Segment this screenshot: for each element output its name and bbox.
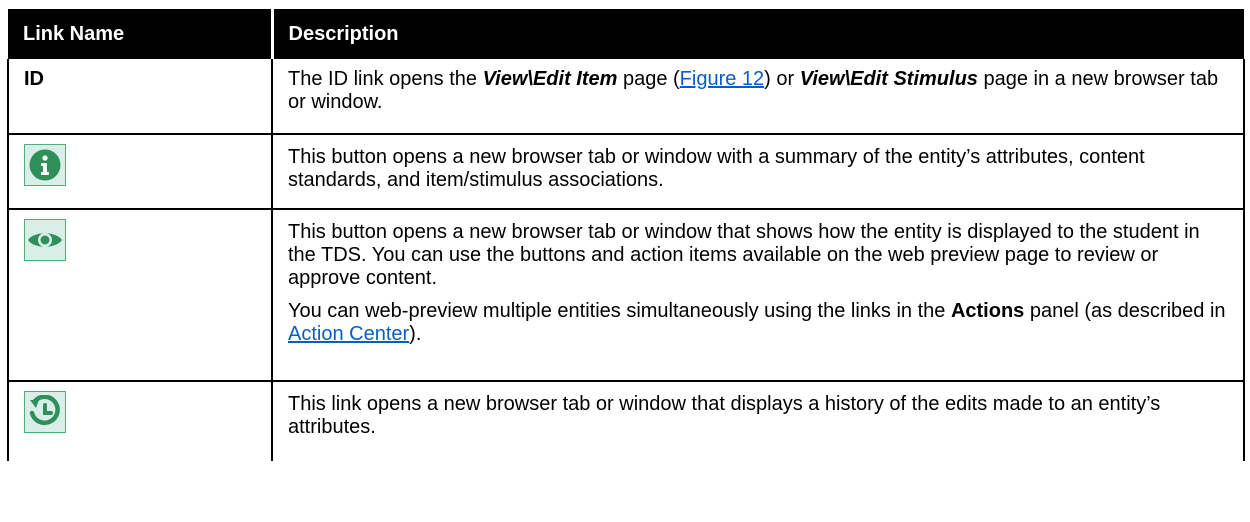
row-eye-desc-cell: This button opens a new browser tab or w… xyxy=(271,209,1245,382)
row-id-name: ID xyxy=(24,68,44,90)
row-eye-desc-text: ). xyxy=(409,323,422,345)
link-table: Link Name Description ID The ID link ope… xyxy=(7,9,1245,461)
document-page: Link Name Description ID The ID link ope… xyxy=(0,0,1250,522)
table-row: ID The ID link opens the View\Edit Item … xyxy=(7,59,1245,135)
row-eye-icon-cell xyxy=(7,209,273,382)
row-id-desc-text: ) or xyxy=(764,68,800,90)
row-eye-desc-para: This button opens a new browser tab or w… xyxy=(288,221,1200,289)
row-eye-desc-para: You can web-preview multiple entities si… xyxy=(288,300,1231,346)
action-center-link[interactable]: Action Center xyxy=(288,323,409,345)
row-eye-desc-text: panel (as described in xyxy=(1024,300,1226,322)
row-info-desc-cell: This button opens a new browser tab or w… xyxy=(271,134,1245,210)
info-icon xyxy=(29,149,61,181)
view-edit-item-emphasis: View\Edit Item xyxy=(482,68,618,90)
row-eye-desc-text: You can web-preview multiple entities si… xyxy=(288,300,951,322)
row-id-desc-text: The ID link opens the xyxy=(288,68,483,90)
row-history-desc-cell: This link opens a new browser tab or win… xyxy=(271,381,1245,461)
row-info-desc: This button opens a new browser tab or w… xyxy=(288,146,1145,191)
actions-panel-label: Actions xyxy=(950,300,1025,322)
table-row: This link opens a new browser tab or win… xyxy=(7,381,1245,461)
history-icon xyxy=(29,395,60,425)
info-button[interactable] xyxy=(24,144,66,186)
table-header-row: Link Name Description xyxy=(8,9,1244,59)
row-id-desc-text: page ( xyxy=(617,68,680,90)
eye-icon xyxy=(28,233,62,247)
figure-12-link[interactable]: Figure 12 xyxy=(680,68,765,90)
view-edit-stimulus-emphasis: View\Edit Stimulus xyxy=(799,68,978,90)
header-link-name: Link Name xyxy=(8,9,272,59)
row-history-icon-cell xyxy=(7,381,273,461)
web-preview-button[interactable] xyxy=(24,219,66,261)
row-info-icon-cell xyxy=(7,134,273,210)
row-history-desc: This link opens a new browser tab or win… xyxy=(288,393,1161,438)
history-button[interactable] xyxy=(24,391,66,433)
table-row: This button opens a new browser tab or w… xyxy=(7,134,1245,210)
header-description: Description xyxy=(270,9,1244,59)
row-id-name-cell: ID xyxy=(7,59,273,135)
row-id-desc-cell: The ID link opens the View\Edit Item pag… xyxy=(271,59,1245,135)
table-row: This button opens a new browser tab or w… xyxy=(7,209,1245,382)
